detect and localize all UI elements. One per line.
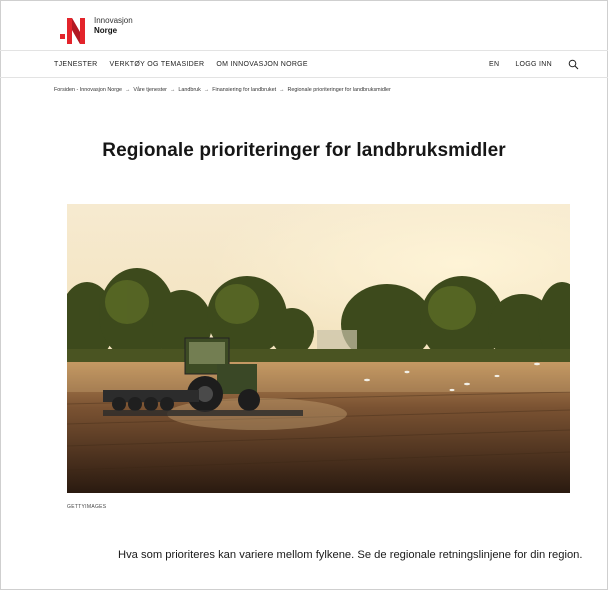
logo-mark-icon xyxy=(60,12,88,46)
hero-image xyxy=(67,204,570,493)
nav-item-om[interactable]: OM INNOVASJON NORGE xyxy=(216,61,308,68)
logo-line-2: Norge xyxy=(94,26,118,35)
breadcrumb-current: Regionale prioriteringer for landbruksmi… xyxy=(287,87,391,93)
nav-left: TJENESTER VERKTØY OG TEMASIDER OM INNOVA… xyxy=(54,51,320,78)
login-link[interactable]: LOGG INN xyxy=(515,61,552,68)
language-en-link[interactable]: EN xyxy=(489,61,499,68)
nav-right: EN LOGG INN xyxy=(473,51,580,78)
breadcrumb-separator: → xyxy=(169,87,176,93)
main-nav: TJENESTER VERKTØY OG TEMASIDER OM INNOVA… xyxy=(0,50,608,78)
nav-item-verktoy[interactable]: VERKTØY OG TEMASIDER xyxy=(110,61,205,68)
image-caption: GETTYIMAGES xyxy=(67,504,107,510)
intro-text: Hva som prioriteres kan variere mellom f… xyxy=(118,549,583,561)
breadcrumb-agriculture[interactable]: Landbruk xyxy=(178,87,200,93)
breadcrumb: Forsiden - Innovasjon Norge → Våre tjene… xyxy=(54,87,391,93)
brand-logo[interactable]: Innovasjon Norge xyxy=(60,12,170,46)
breadcrumb-financing[interactable]: Finansiering for landbruket xyxy=(212,87,276,93)
breadcrumb-separator: → xyxy=(203,87,210,93)
breadcrumb-home[interactable]: Forsiden - Innovasjon Norge xyxy=(54,87,122,93)
logo-line-1: Innovasjon xyxy=(94,16,133,25)
nav-item-tjenester[interactable]: TJENESTER xyxy=(54,61,98,68)
logo-text: Innovasjon Norge xyxy=(94,16,133,36)
page-title: Regionale prioriteringer for landbruksmi… xyxy=(102,140,506,161)
breadcrumb-separator: → xyxy=(279,87,285,93)
search-icon[interactable] xyxy=(568,59,580,71)
breadcrumb-services[interactable]: Våre tjenester xyxy=(133,87,167,93)
breadcrumb-separator: → xyxy=(125,87,131,93)
